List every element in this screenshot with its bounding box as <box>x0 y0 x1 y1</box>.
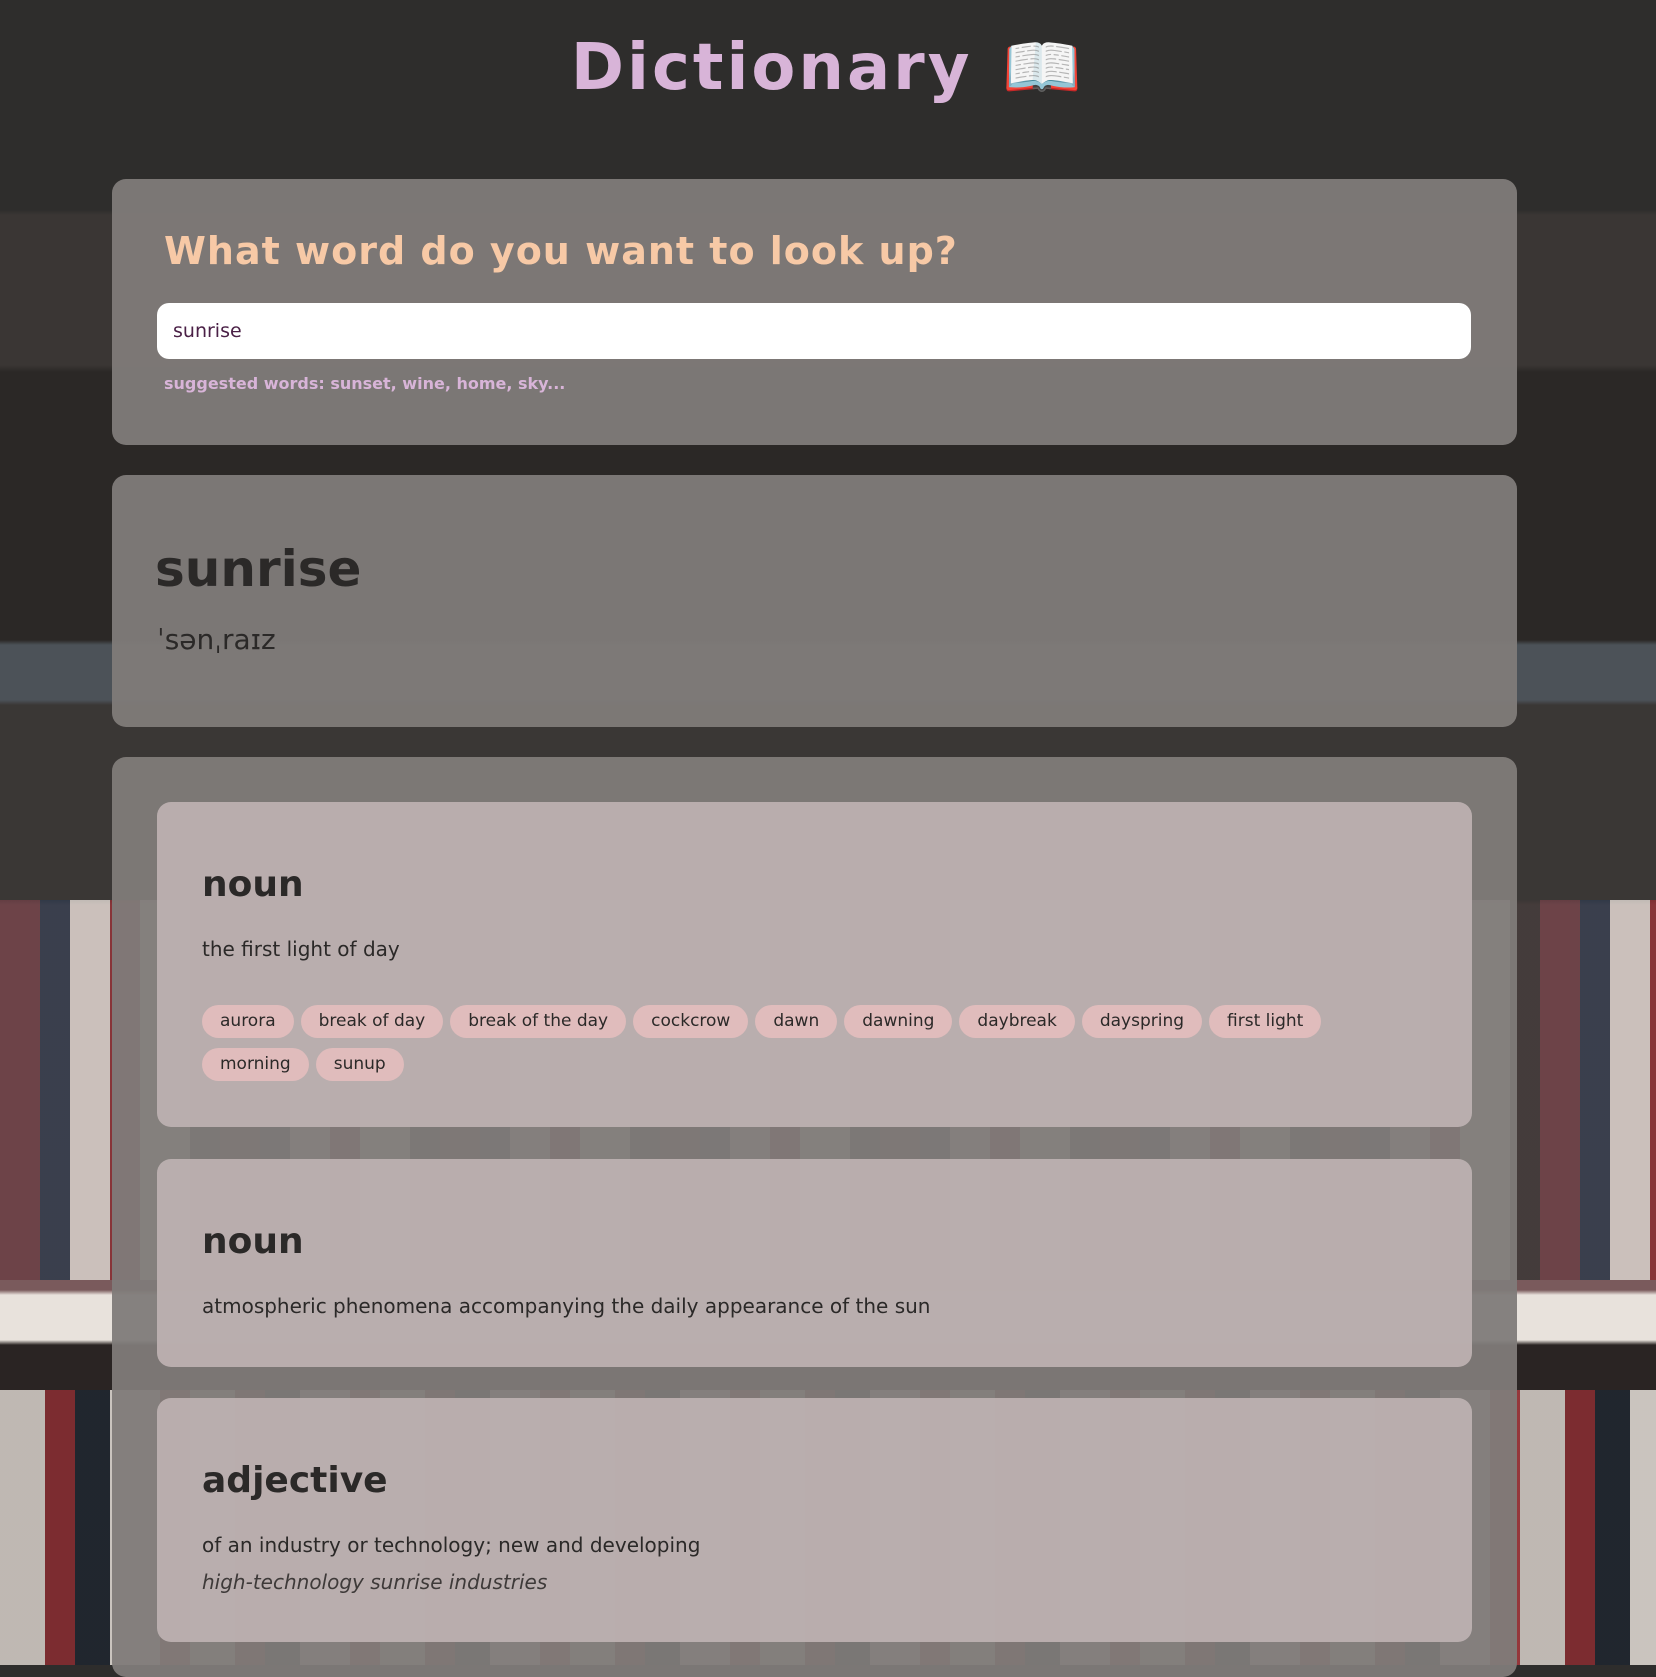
synonym-tag: break of the day <box>450 1005 627 1038</box>
meanings-card: noun the first light of day aurora break… <box>112 757 1517 1677</box>
example-text: high-technology sunrise industries <box>202 1570 548 1594</box>
meaning-item: noun atmospheric phenomena accompanying … <box>157 1159 1472 1367</box>
part-of-speech: noun <box>202 1221 304 1262</box>
search-input[interactable] <box>157 303 1471 359</box>
synonym-tag: first light <box>1209 1005 1322 1038</box>
definition-text: the first light of day <box>202 937 400 961</box>
meaning-item: adjective of an industry or technology; … <box>157 1398 1472 1642</box>
meaning-item: noun the first light of day aurora break… <box>157 802 1472 1127</box>
synonym-tag: daybreak <box>959 1005 1075 1038</box>
synonym-tag: break of day <box>300 1005 444 1038</box>
synonym-list: aurora break of day break of the day coc… <box>202 1005 1382 1081</box>
book-icon: 📖 <box>1002 31 1086 105</box>
word-heading: sunrise <box>155 540 362 598</box>
synonym-tag: dayspring <box>1081 1005 1203 1038</box>
search-question: What word do you want to look up? <box>164 229 958 273</box>
page-title-text: Dictionary <box>570 31 973 105</box>
page-title: Dictionary 📖 <box>0 30 1656 105</box>
synonym-tag: aurora <box>202 1005 294 1038</box>
part-of-speech: adjective <box>202 1460 388 1501</box>
suggested-words: suggested words: sunset, wine, home, sky… <box>164 374 566 393</box>
page: Dictionary 📖 What word do you want to loo… <box>0 0 1656 1677</box>
search-card: What word do you want to look up? sugges… <box>112 179 1517 445</box>
synonym-tag: cockcrow <box>633 1005 749 1038</box>
definition-text: atmospheric phenomena accompanying the d… <box>202 1294 931 1318</box>
part-of-speech: noun <box>202 864 304 905</box>
definition-text: of an industry or technology; new and de… <box>202 1533 701 1557</box>
synonym-tag: morning <box>202 1048 309 1081</box>
synonym-tag: sunup <box>315 1048 404 1081</box>
synonym-tag: dawn <box>755 1005 838 1038</box>
word-card: sunrise ˈsənˌraɪz <box>112 475 1517 727</box>
synonym-tag: dawning <box>844 1005 953 1038</box>
phonetic-text: ˈsənˌraɪz <box>157 623 276 656</box>
